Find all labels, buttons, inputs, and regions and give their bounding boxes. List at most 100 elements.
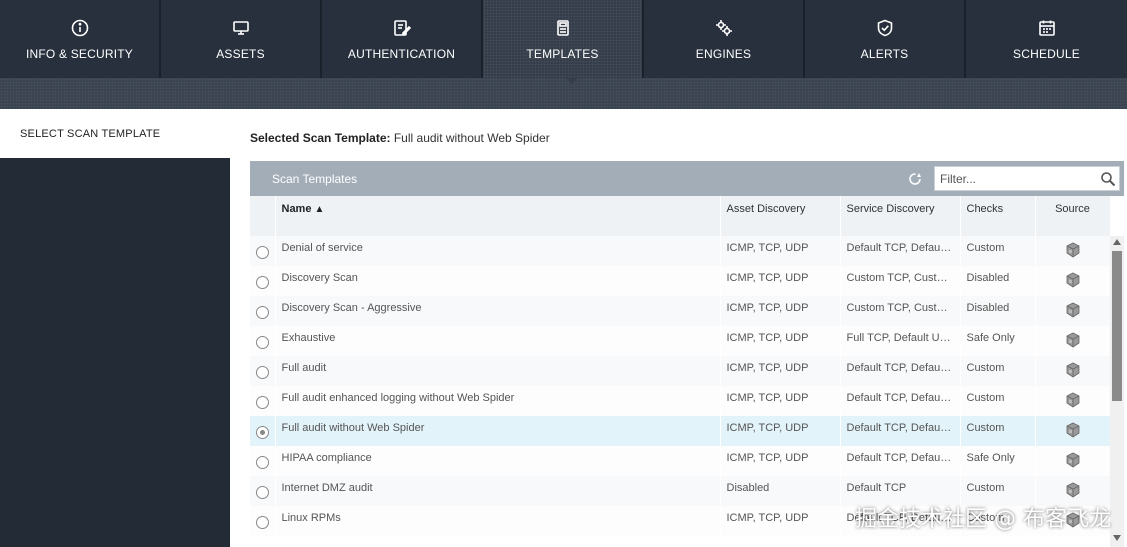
row-radio[interactable] bbox=[255, 456, 269, 469]
cell-asset-discovery: ICMP, TCP, UDP bbox=[720, 416, 841, 446]
table-row[interactable]: Denial of service ICMP, TCP, UDP Default T… bbox=[250, 236, 1111, 266]
row-radio[interactable] bbox=[255, 306, 269, 319]
cell-asset-discovery: Disabled bbox=[720, 476, 841, 506]
cell-source bbox=[1035, 356, 1111, 386]
column-header-checks[interactable]: Checks bbox=[960, 196, 1036, 236]
table-row[interactable]: Full audit without Web Spider ICMP, TCP, … bbox=[250, 416, 1111, 446]
row-radio[interactable] bbox=[255, 336, 269, 349]
row-select-cell[interactable] bbox=[250, 296, 276, 326]
cell-service-discovery: Default TCP, Default UDP bbox=[840, 416, 961, 446]
column-header-service-discovery[interactable]: Service Discovery bbox=[840, 196, 961, 236]
tab-engines[interactable]: ENGINES bbox=[644, 0, 805, 78]
column-name-label: Name bbox=[281, 203, 312, 215]
table-row[interactable]: Discovery Scan ICMP, TCP, UDP Custom TCP, … bbox=[250, 266, 1111, 296]
table-row[interactable]: Full audit enhanced logging without Web … bbox=[250, 386, 1111, 416]
cell-asset-discovery: ICMP, TCP, UDP bbox=[720, 386, 841, 416]
row-select-cell[interactable] bbox=[250, 356, 276, 386]
cell-name: Exhaustive bbox=[275, 326, 721, 356]
row-select-cell[interactable] bbox=[250, 326, 276, 356]
scroll-thumb[interactable] bbox=[1112, 251, 1122, 401]
table-row[interactable]: Full audit ICMP, TCP, UDP Default TCP, Def… bbox=[250, 356, 1111, 386]
cell-checks: Custom bbox=[960, 416, 1036, 446]
column-header-name[interactable]: Name ▲ bbox=[275, 196, 721, 236]
gears-icon bbox=[714, 18, 734, 38]
cell-name: HIPAA compliance bbox=[275, 446, 721, 476]
cell-checks: Safe Only bbox=[960, 326, 1036, 356]
tab-label: INFO & SECURITY bbox=[25, 46, 133, 61]
row-radio[interactable] bbox=[255, 366, 269, 379]
tab-schedule[interactable]: SCHEDULE bbox=[966, 0, 1127, 78]
cell-source bbox=[1035, 266, 1111, 296]
tab-authentication[interactable]: AUTHENTICATION bbox=[322, 0, 483, 78]
built-in-source-icon bbox=[1065, 392, 1081, 408]
nav-band bbox=[0, 78, 1127, 109]
scan-templates-table: Name ▲ Asset Discovery Service Discovery… bbox=[250, 196, 1111, 536]
cell-name: Full audit without Web Spider bbox=[275, 416, 721, 446]
main-content: Selected Scan Template: Full audit witho… bbox=[230, 109, 1127, 547]
tab-alerts[interactable]: ALERTS bbox=[805, 0, 966, 78]
row-select-cell[interactable] bbox=[250, 236, 276, 266]
row-radio[interactable] bbox=[255, 276, 269, 289]
row-radio[interactable] bbox=[255, 516, 269, 529]
row-select-cell[interactable] bbox=[250, 266, 276, 296]
cell-service-discovery: Custom TCP, Custom UDP bbox=[840, 296, 961, 326]
selected-template-value: Full audit without Web Spider bbox=[393, 131, 550, 145]
cell-source bbox=[1035, 386, 1111, 416]
tab-label: ASSETS bbox=[216, 46, 265, 61]
cell-name: Linux RPMs bbox=[275, 506, 721, 536]
edit-icon bbox=[392, 18, 412, 38]
cell-asset-discovery: ICMP, TCP, UDP bbox=[720, 356, 841, 386]
row-select-cell[interactable] bbox=[250, 416, 276, 446]
table-row[interactable]: Exhaustive ICMP, TCP, UDP Full TCP, Defaul… bbox=[250, 326, 1111, 356]
table-scrollbar[interactable] bbox=[1110, 236, 1124, 547]
tab-templates[interactable]: TEMPLATES bbox=[483, 0, 644, 78]
scroll-up-icon[interactable] bbox=[1113, 239, 1121, 245]
panel-header: Scan Templates bbox=[250, 161, 1124, 196]
cell-checks: Disabled bbox=[960, 266, 1036, 296]
column-header-source[interactable]: Source bbox=[1035, 196, 1111, 236]
table-row[interactable]: HIPAA compliance ICMP, TCP, UDP Default TC… bbox=[250, 446, 1111, 476]
cell-asset-discovery: ICMP, TCP, UDP bbox=[720, 446, 841, 476]
info-icon bbox=[70, 18, 90, 38]
cell-asset-discovery: ICMP, TCP, UDP bbox=[720, 296, 841, 326]
scroll-down-icon[interactable] bbox=[1113, 535, 1121, 541]
tab-assets[interactable]: ASSETS bbox=[161, 0, 322, 78]
cell-name: Internet DMZ audit bbox=[275, 476, 721, 506]
tab-label: ALERTS bbox=[860, 46, 909, 61]
cell-service-discovery: Custom TCP, Custom UDP bbox=[840, 266, 961, 296]
row-select-cell[interactable] bbox=[250, 506, 276, 536]
search-icon[interactable] bbox=[1100, 171, 1116, 187]
cell-service-discovery: Default TCP, Default UDP bbox=[840, 236, 961, 266]
row-radio[interactable] bbox=[255, 246, 269, 259]
row-select-cell[interactable] bbox=[250, 386, 276, 416]
cell-checks: Custom bbox=[960, 356, 1036, 386]
built-in-source-icon bbox=[1065, 452, 1081, 468]
row-select-cell[interactable] bbox=[250, 476, 276, 506]
table-row[interactable]: Discovery Scan - Aggressive ICMP, TCP, UD… bbox=[250, 296, 1111, 326]
row-radio[interactable] bbox=[255, 486, 269, 499]
cell-name: Denial of service bbox=[275, 236, 721, 266]
monitor-icon bbox=[231, 18, 251, 38]
tab-label: ENGINES bbox=[695, 46, 752, 61]
active-tab-caret bbox=[566, 78, 578, 84]
cell-checks: Safe Only bbox=[960, 446, 1036, 476]
cell-asset-discovery: ICMP, TCP, UDP bbox=[720, 506, 841, 536]
shield-icon bbox=[875, 18, 895, 38]
built-in-source-icon bbox=[1065, 422, 1081, 438]
cell-asset-discovery: ICMP, TCP, UDP bbox=[720, 266, 841, 296]
row-radio[interactable] bbox=[255, 396, 269, 409]
cell-name: Discovery Scan - Aggressive bbox=[275, 296, 721, 326]
cell-service-discovery: Default TCP, Default UDP bbox=[840, 356, 961, 386]
sidebar-item-select-scan-template[interactable]: SELECT SCAN TEMPLATE bbox=[0, 109, 230, 158]
row-radio[interactable] bbox=[255, 426, 269, 439]
cell-service-discovery: Full TCP, Default UDP bbox=[840, 326, 961, 356]
filter-input[interactable] bbox=[935, 167, 1095, 190]
selected-template-label: Selected Scan Template: bbox=[250, 131, 391, 145]
tab-info-security[interactable]: INFO & SECURITY bbox=[0, 0, 161, 78]
built-in-source-icon bbox=[1065, 332, 1081, 348]
built-in-source-icon bbox=[1065, 242, 1081, 258]
column-header-asset-discovery[interactable]: Asset Discovery bbox=[720, 196, 841, 236]
cell-source bbox=[1035, 416, 1111, 446]
refresh-icon[interactable] bbox=[907, 171, 923, 187]
row-select-cell[interactable] bbox=[250, 446, 276, 476]
